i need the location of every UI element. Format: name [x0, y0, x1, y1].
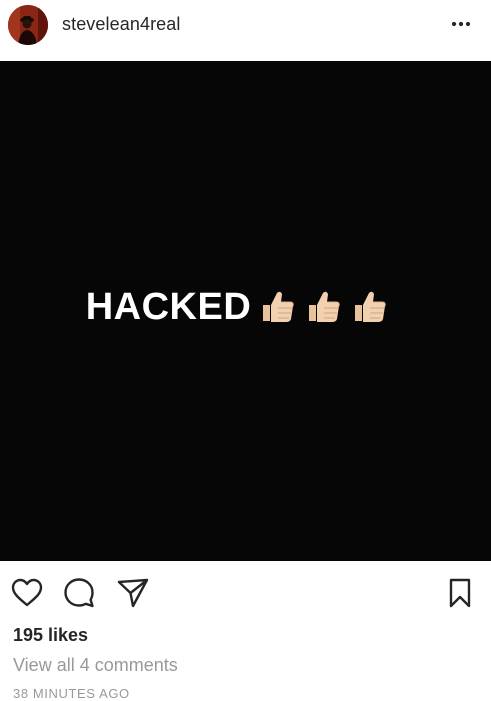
paper-plane-icon[interactable]	[116, 576, 150, 610]
action-bar	[0, 570, 491, 616]
heart-icon[interactable]	[10, 576, 44, 610]
comment-bubble-icon[interactable]	[62, 576, 96, 610]
thumbs-up-emojis	[251, 287, 389, 327]
bookmark-icon[interactable]	[445, 576, 475, 610]
thumbs-up-emoji	[309, 291, 340, 322]
likes-count[interactable]: 195 likes	[13, 625, 88, 646]
avatar[interactable]	[8, 5, 48, 45]
hacked-message: HACKED	[86, 286, 390, 329]
post-image-content: HACKED	[0, 61, 491, 561]
post-header: stevelean4real	[0, 0, 491, 58]
post-image[interactable]: HACKED	[0, 61, 491, 561]
post-timestamp: 38 MINUTES AGO	[13, 686, 130, 701]
more-options-icon[interactable]	[449, 12, 473, 36]
view-comments-link[interactable]: View all 4 comments	[13, 655, 178, 676]
thumbs-up-emoji	[263, 291, 294, 322]
hacked-text: HACKED	[85, 285, 252, 328]
username[interactable]: stevelean4real	[62, 14, 180, 35]
thumbs-up-emoji	[355, 291, 386, 322]
avatar-image	[8, 5, 48, 45]
